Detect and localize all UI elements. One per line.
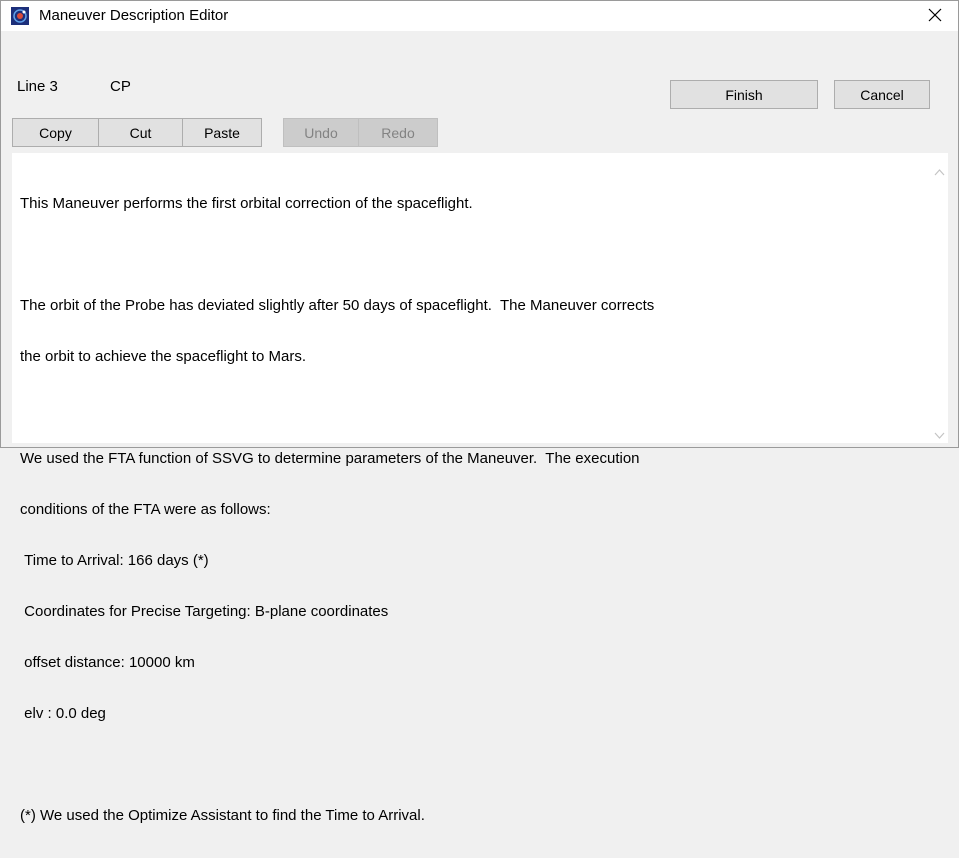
text-line xyxy=(20,756,915,773)
maneuver-code: CP xyxy=(110,78,131,95)
text-line: the orbit to achieve the spaceflight to … xyxy=(20,348,306,365)
text-line: We used the FTA function of SSVG to dete… xyxy=(20,450,640,467)
close-button[interactable] xyxy=(912,1,958,31)
text-line: The orbit of the Probe has deviated slig… xyxy=(20,297,655,314)
close-icon xyxy=(928,8,942,25)
window-title: Maneuver Description Editor xyxy=(39,7,229,24)
description-text: This Maneuver performs the first orbital… xyxy=(20,161,915,858)
text-line: (*) We used the Optimize Assistant to fi… xyxy=(20,807,425,824)
text-line: offset distance: 10000 km xyxy=(20,654,195,671)
scroll-up-arrow-icon[interactable] xyxy=(934,163,945,176)
cancel-button[interactable]: Cancel xyxy=(834,80,930,109)
text-line: Time to Arrival: 166 days (*) xyxy=(20,552,209,569)
undo-button[interactable]: Undo xyxy=(283,118,359,147)
text-line xyxy=(20,246,915,263)
title-bar[interactable]: Maneuver Description Editor xyxy=(1,1,958,31)
scroll-down-arrow-icon[interactable] xyxy=(934,427,945,439)
text-line: elv : 0.0 deg xyxy=(20,705,106,722)
finish-button[interactable]: Finish xyxy=(670,80,818,109)
probe-orbit-icon xyxy=(11,7,29,25)
cut-button[interactable]: Cut xyxy=(98,118,183,147)
redo-button[interactable]: Redo xyxy=(358,118,438,147)
text-line: Coordinates for Precise Targeting: B-pla… xyxy=(20,603,389,620)
vertical-scrollbar[interactable] xyxy=(931,153,948,443)
text-line: conditions of the FTA were as follows: xyxy=(20,501,271,518)
paste-button[interactable]: Paste xyxy=(182,118,262,147)
line-label: Line 3 xyxy=(17,78,58,95)
text-line: This Maneuver performs the first orbital… xyxy=(20,195,473,212)
maneuver-editor-window: Maneuver Description Editor Line 3 CP Fi… xyxy=(0,0,959,824)
copy-button[interactable]: Copy xyxy=(12,118,99,147)
text-line xyxy=(20,399,915,416)
description-textarea[interactable]: This Maneuver performs the first orbital… xyxy=(12,153,948,824)
